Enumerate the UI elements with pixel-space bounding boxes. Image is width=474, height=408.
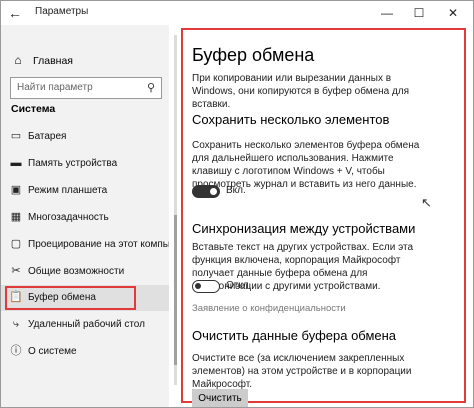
history-description: Сохранить несколько элементов буфера обм… <box>192 140 420 190</box>
toggle-knob <box>195 283 201 289</box>
window-title: Параметры <box>35 6 89 17</box>
projecting-icon: ▢ <box>10 238 22 250</box>
sync-toggle-row: Откл. <box>192 280 312 294</box>
sidebar-item-tablet-mode[interactable]: ▣ Режим планшета <box>1 178 169 204</box>
sidebar-item-about[interactable]: ⓘ О системе <box>1 339 169 365</box>
sidebar-item-label: Общие возможности <box>28 266 125 277</box>
section-heading: Система <box>11 103 56 115</box>
clear-heading: Очистить данные буфера обмена <box>192 328 397 343</box>
remote-desktop-icon: ⤷ <box>12 318 20 330</box>
history-toggle-label: Вкл. <box>226 185 246 196</box>
multitasking-icon: ▦ <box>10 211 22 223</box>
clear-button[interactable]: Очистить <box>192 389 248 407</box>
home-icon: ⌂ <box>14 53 22 67</box>
settings-window: ← Параметры — ☐ ✕ ⌂ Главная Найти парамет… <box>0 0 474 408</box>
sidebar-item-shared-experiences[interactable]: ✂ Общие возможности <box>1 259 169 285</box>
search-input[interactable]: Найти параметр ⚲ <box>10 77 162 99</box>
scrollbar-thumb[interactable] <box>174 215 177 365</box>
sidebar-item-battery[interactable]: ▭ Батарея <box>1 124 169 150</box>
sidebar-item-label: Режим планшета <box>28 185 108 196</box>
home-label: Главная <box>33 55 73 67</box>
clear-description: Очистите все (за исключением закрепленны… <box>192 353 412 390</box>
tablet-icon: ▣ <box>10 184 22 196</box>
history-heading: Сохранить несколько элементов <box>192 112 390 127</box>
sidebar-item-label: Многозадачность <box>28 212 109 223</box>
history-toggle-row: Вкл. <box>192 185 312 199</box>
storage-icon: ▬ <box>10 157 22 169</box>
sidebar-item-storage[interactable]: ▬ Память устройства <box>1 151 169 177</box>
maximize-button[interactable]: ☐ <box>403 1 435 25</box>
toggle-knob <box>210 188 217 195</box>
sync-toggle[interactable] <box>192 280 220 293</box>
minimize-button[interactable]: — <box>371 1 403 25</box>
battery-icon: ▭ <box>10 130 22 142</box>
search-icon: ⚲ <box>146 82 155 94</box>
sidebar-item-label: Батарея <box>28 131 67 142</box>
sidebar-item-remote-desktop[interactable]: ⤷ Удаленный рабочий стол <box>1 312 169 338</box>
sidebar-item-label: Проецирование на этот компьютер <box>28 239 191 250</box>
info-icon: ⓘ <box>10 345 22 357</box>
sidebar-item-home[interactable]: ⌂ Главная <box>11 53 73 67</box>
clipboard-highlight-frame <box>5 286 136 310</box>
sidebar-item-label: Память устройства <box>28 158 118 169</box>
close-button[interactable]: ✕ <box>437 1 469 25</box>
search-placeholder: Найти параметр <box>17 82 93 93</box>
intro-text: При копировании или вырезании данных в W… <box>192 73 410 110</box>
title-bar: ← Параметры — ☐ ✕ <box>1 1 473 25</box>
mouse-cursor-icon: ↖ <box>421 195 432 210</box>
back-arrow-icon[interactable]: ← <box>5 4 25 22</box>
sidebar-item-multitasking[interactable]: ▦ Многозадачность <box>1 205 169 231</box>
sidebar-item-projecting[interactable]: ▢ Проецирование на этот компьютер <box>1 232 191 258</box>
page-title: Буфер обмена <box>192 45 315 65</box>
sync-heading: Синхронизация между устройствами <box>192 221 416 236</box>
privacy-link[interactable]: Заявление о конфиденциальности <box>192 303 346 314</box>
sidebar-item-label: О системе <box>28 346 77 357</box>
sync-toggle-label: Откл. <box>226 280 252 291</box>
shared-experiences-icon: ✂ <box>11 265 21 277</box>
sidebar-item-label: Удаленный рабочий стол <box>28 319 145 330</box>
history-toggle[interactable] <box>192 185 220 198</box>
